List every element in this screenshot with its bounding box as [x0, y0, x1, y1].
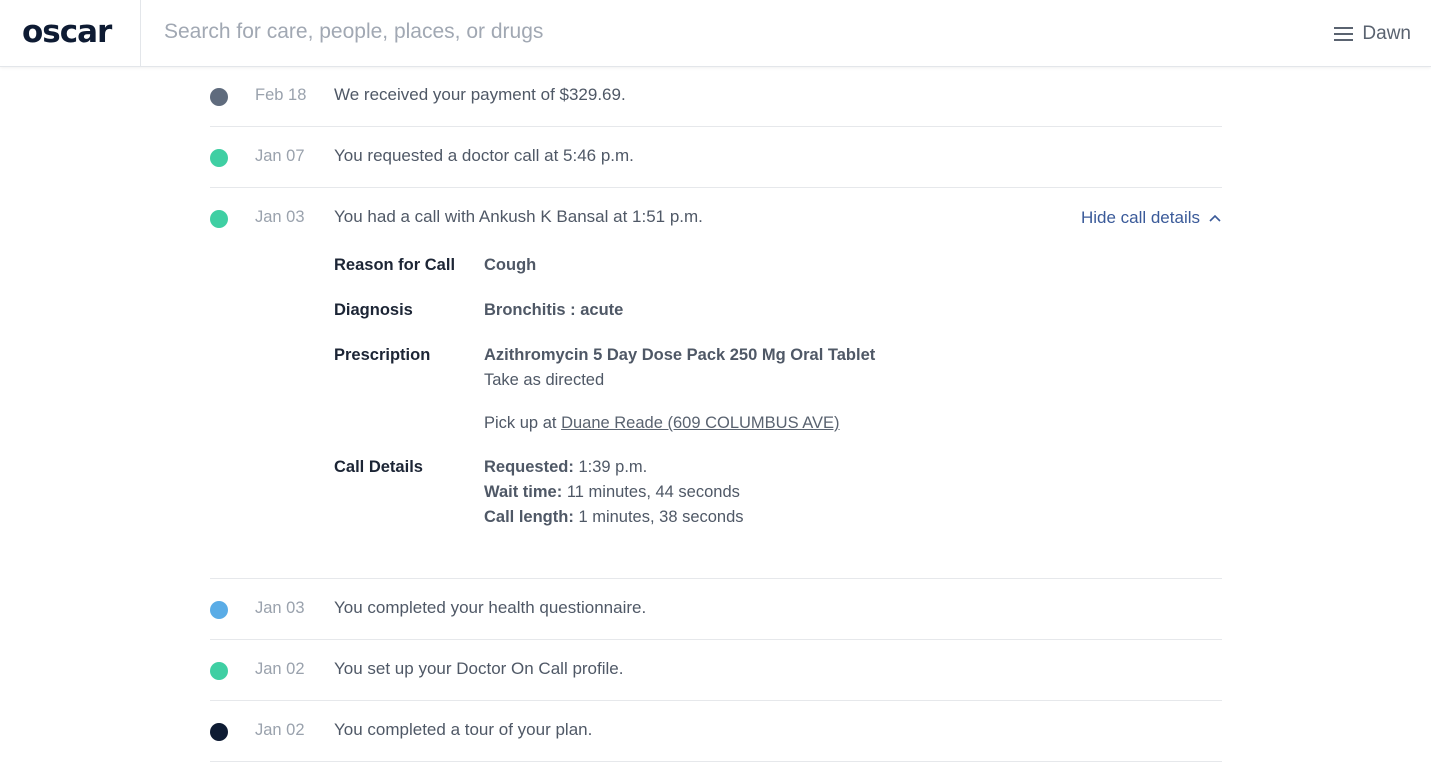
pickup-info: Pick up at Duane Reade (609 COLUMBUS AVE… [484, 411, 875, 436]
timeline-item: Jan 03 You completed your health questio… [210, 579, 1222, 640]
status-dot [210, 601, 228, 619]
pharmacy-link[interactable]: Duane Reade (609 COLUMBUS AVE) [561, 414, 840, 432]
activity-timeline: Feb 18 We received your payment of $329.… [210, 66, 1222, 762]
user-name: Dawn [1362, 23, 1411, 44]
timeline-item: Jan 07 You requested a doctor call at 5:… [210, 127, 1222, 188]
timeline-item: Jan 02 You completed a tour of your plan… [210, 701, 1222, 762]
prescription-label: Prescription [334, 346, 431, 364]
search-input[interactable] [164, 14, 864, 50]
prescription-value: Azithromycin 5 Day Dose Pack 250 Mg Oral… [484, 343, 875, 436]
timeline-date: Jan 02 [255, 660, 305, 678]
timeline-date: Jan 03 [255, 599, 305, 617]
diagnosis-label: Diagnosis [334, 301, 413, 319]
requested-label: Requested: [484, 458, 574, 476]
timeline-date: Jan 03 [255, 208, 305, 226]
timeline-message: You completed your health questionnaire. [334, 598, 647, 617]
timeline-item: Feb 18 We received your payment of $329.… [210, 66, 1222, 127]
prescription-drug: Azithromycin 5 Day Dose Pack 250 Mg Oral… [484, 346, 876, 364]
status-dot [210, 88, 228, 106]
timeline-message: We received your payment of $329.69. [334, 85, 626, 104]
wait-time-line: Wait time: 11 minutes, 44 seconds [484, 480, 744, 505]
timeline-message: You completed a tour of your plan. [334, 720, 593, 739]
timeline-message: You had a call with Ankush K Bansal at 1… [334, 207, 703, 226]
chevron-up-icon [1209, 214, 1221, 222]
call-length-label: Call length: [484, 508, 574, 526]
requested-value: 1:39 p.m. [578, 458, 648, 476]
call-details-value: Requested: 1:39 p.m. Wait time: 11 minut… [484, 455, 744, 530]
timeline-message: You requested a doctor call at 5:46 p.m. [334, 146, 634, 165]
status-dot [210, 149, 228, 167]
hide-call-details-button[interactable]: Hide call details [1081, 208, 1222, 228]
header-divider [140, 0, 141, 67]
call-length-value: 1 minutes, 38 seconds [578, 508, 744, 526]
status-dot [210, 210, 228, 228]
wait-time-label: Wait time: [484, 483, 563, 501]
pickup-prefix: Pick up at [484, 414, 557, 432]
toggle-label: Hide call details [1080, 208, 1200, 227]
hamburger-menu-icon [1334, 27, 1354, 41]
requested-line: Requested: 1:39 p.m. [484, 455, 744, 480]
top-navigation-bar: oscar Dawn [0, 0, 1431, 67]
account-menu-button[interactable]: Dawn [1334, 20, 1411, 48]
prescription-instructions: Take as directed [484, 371, 605, 389]
reason-value: Cough [484, 256, 537, 274]
diagnosis-value: Bronchitis : acute [484, 301, 624, 319]
wait-time-value: 11 minutes, 44 seconds [566, 483, 740, 501]
timeline-message: You set up your Doctor On Call profile. [334, 659, 624, 678]
timeline-item-expanded: Jan 03 You had a call with Ankush K Bans… [210, 188, 1222, 579]
status-dot [210, 662, 228, 680]
timeline-item: Jan 02 You set up your Doctor On Call pr… [210, 640, 1222, 701]
call-details-label: Call Details [334, 458, 423, 476]
oscar-logo[interactable]: oscar [22, 14, 122, 50]
status-dot [210, 723, 228, 741]
timeline-date: Jan 02 [255, 721, 305, 739]
call-length-line: Call length: 1 minutes, 38 seconds [484, 505, 744, 530]
timeline-date: Feb 18 [255, 86, 307, 104]
reason-label: Reason for Call [334, 256, 456, 274]
timeline-date: Jan 07 [255, 147, 305, 165]
